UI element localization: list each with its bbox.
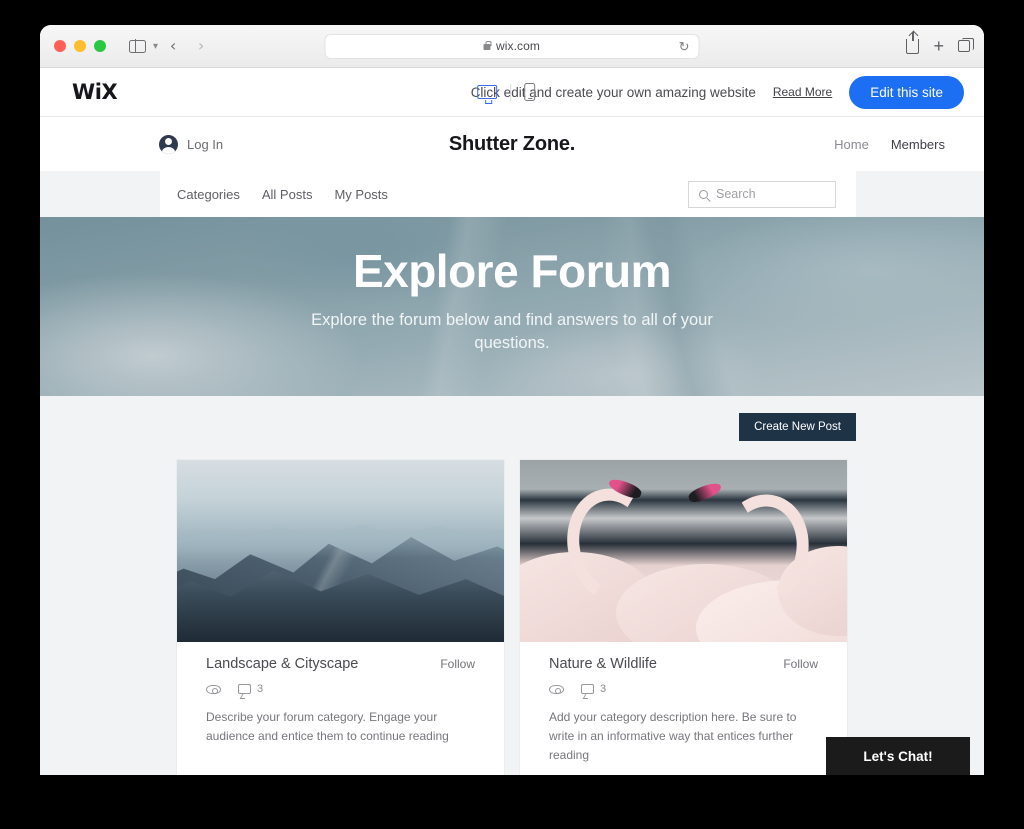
hero-title: Explore Forum bbox=[352, 245, 672, 297]
category-card-info: Nature & Wildlife Follow 3 Add your cate… bbox=[520, 642, 847, 775]
plus-icon[interactable]: + bbox=[933, 37, 944, 55]
edit-this-site-button[interactable]: Edit this site bbox=[849, 75, 964, 109]
chevron-left-icon: ‹ bbox=[169, 36, 177, 55]
wix-logo[interactable]: WiX bbox=[72, 80, 118, 104]
device-view-toggle bbox=[477, 83, 536, 104]
chevron-down-icon[interactable]: ▾ bbox=[153, 41, 158, 52]
sidebar-toggle-icon bbox=[128, 39, 146, 53]
site-header: Log In Shutter Zone. Home Members bbox=[40, 117, 984, 171]
wix-editor-bar: WiX Click edit and create your own amazi… bbox=[40, 68, 984, 117]
search-icon bbox=[699, 189, 708, 199]
site-navigation: Home Members bbox=[834, 137, 945, 152]
comment-bubble-icon bbox=[238, 684, 251, 694]
wix-bar-right: Click edit and create your own amazing w… bbox=[471, 75, 964, 109]
category-card-header: Landscape & Cityscape Follow bbox=[206, 656, 475, 672]
category-card-title: Landscape & Cityscape bbox=[206, 656, 359, 672]
comments-count: 3 bbox=[600, 683, 607, 695]
chrome-right-controls: + bbox=[906, 31, 974, 55]
comments-count: 3 bbox=[257, 683, 264, 695]
category-card-list: Landscape & Cityscape Follow 3 Describe … bbox=[40, 441, 984, 775]
desktop-view-icon[interactable] bbox=[477, 85, 498, 104]
read-more-link[interactable]: Read More bbox=[773, 85, 832, 99]
comments-stat: 3 bbox=[238, 683, 263, 695]
forum-content-area: Create New Post Landscape & Cityscape Fo… bbox=[40, 396, 984, 775]
forward-button[interactable]: › bbox=[188, 33, 214, 59]
nav-item-home[interactable]: Home bbox=[834, 137, 869, 152]
browser-window: ▾ ‹ › wix.com ↻ + WiX Click edit and cre… bbox=[40, 25, 984, 775]
category-card-stats: 3 bbox=[549, 683, 818, 695]
hero-banner: Explore Forum Explore the forum below an… bbox=[40, 217, 984, 396]
follow-button[interactable]: Follow bbox=[783, 657, 818, 671]
views-stat bbox=[549, 684, 564, 694]
toggle-divider bbox=[510, 83, 512, 101]
tabs-overview-icon[interactable] bbox=[958, 37, 974, 52]
create-post-row: Create New Post bbox=[40, 396, 984, 441]
category-card-header: Nature & Wildlife Follow bbox=[549, 656, 818, 672]
maximize-window-button[interactable] bbox=[94, 40, 106, 52]
comment-bubble-icon bbox=[581, 684, 594, 694]
category-card-description: Describe your forum category. Engage you… bbox=[206, 710, 449, 743]
category-card[interactable]: Landscape & Cityscape Follow 3 Describe … bbox=[176, 459, 505, 775]
category-card[interactable]: Nature & Wildlife Follow 3 Add your cate… bbox=[519, 459, 848, 775]
close-window-button[interactable] bbox=[54, 40, 66, 52]
site-title: Shutter Zone. bbox=[448, 132, 576, 155]
tab-all-posts[interactable]: All Posts bbox=[262, 187, 313, 202]
forum-toolbar: Categories All Posts My Posts Search bbox=[40, 171, 984, 217]
category-card-image-nature bbox=[520, 460, 847, 642]
chat-widget-button[interactable]: Let's Chat! bbox=[826, 737, 970, 775]
views-stat bbox=[206, 684, 221, 694]
create-new-post-button[interactable]: Create New Post bbox=[739, 413, 856, 441]
back-button[interactable]: ‹ bbox=[160, 33, 186, 59]
eye-icon bbox=[549, 684, 564, 694]
follow-button[interactable]: Follow bbox=[440, 657, 475, 671]
search-input[interactable]: Search bbox=[688, 180, 836, 208]
user-avatar-icon bbox=[159, 134, 178, 154]
category-card-image-landscape bbox=[177, 460, 504, 642]
url-text: wix.com bbox=[495, 39, 541, 53]
chevron-right-icon: › bbox=[197, 36, 205, 55]
share-icon[interactable] bbox=[906, 31, 920, 54]
hero-subtitle: Explore the forum below and find answers… bbox=[311, 311, 713, 352]
site-viewport: Log In Shutter Zone. Home Members Catego… bbox=[40, 117, 984, 775]
mountain-haze-layer bbox=[177, 525, 504, 559]
address-bar[interactable]: wix.com ↻ bbox=[324, 33, 700, 59]
minimize-window-button[interactable] bbox=[74, 40, 86, 52]
mobile-view-icon[interactable] bbox=[524, 83, 536, 101]
nav-item-members[interactable]: Members bbox=[891, 137, 945, 152]
category-card-stats: 3 bbox=[206, 683, 475, 695]
chrome-navigation-controls: ▾ ‹ › bbox=[124, 33, 214, 59]
search-placeholder: Search bbox=[716, 187, 756, 201]
browser-chrome: ▾ ‹ › wix.com ↻ + bbox=[40, 25, 984, 68]
eye-icon bbox=[206, 684, 221, 694]
comments-stat: 3 bbox=[581, 683, 606, 695]
forum-toolbar-inner: Categories All Posts My Posts Search bbox=[160, 171, 856, 217]
category-card-description: Add your category description here. Be s… bbox=[549, 710, 797, 762]
lock-icon bbox=[483, 40, 492, 50]
tab-my-posts[interactable]: My Posts bbox=[334, 187, 387, 202]
hero-content: Explore Forum Explore the forum below an… bbox=[40, 217, 984, 354]
login-label: Log In bbox=[187, 136, 224, 152]
forum-tabs: Categories All Posts My Posts bbox=[177, 187, 388, 202]
category-card-title: Nature & Wildlife bbox=[549, 656, 657, 672]
window-traffic-lights bbox=[54, 40, 106, 52]
category-card-info: Landscape & Cityscape Follow 3 Describe … bbox=[177, 642, 504, 766]
reload-icon[interactable]: ↻ bbox=[679, 40, 690, 53]
flamingo-beak-shape bbox=[686, 480, 724, 505]
login-button[interactable]: Log In bbox=[159, 134, 224, 154]
sidebar-toggle-button[interactable] bbox=[124, 33, 150, 59]
tab-categories[interactable]: Categories bbox=[177, 187, 240, 202]
